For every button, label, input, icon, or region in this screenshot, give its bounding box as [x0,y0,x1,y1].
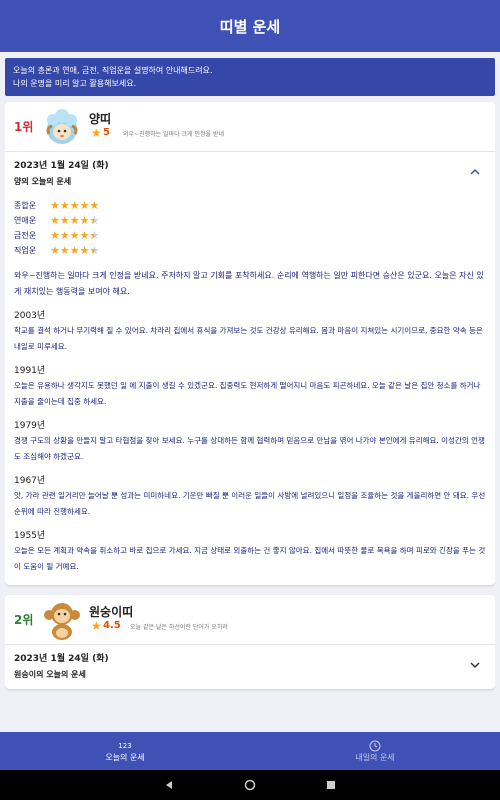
star-rating: ★★★★★ [50,244,99,257]
system-navigation-bar [0,770,500,800]
rating-label: 직업운 [14,246,37,255]
rating-row: 연애운 ★★★★★ [14,213,486,228]
nav-tomorrow-fortune[interactable]: 내일의 운세 [250,732,500,770]
birth-year: 1979년 [14,421,46,431]
recents-icon[interactable] [326,780,336,790]
fortune-expand-header[interactable]: 2023년 1월 24일 (화) 양의 오늘의 운세 [5,152,495,192]
rating-label: 연애운 [14,216,37,225]
card-header[interactable]: 1위 양띠 ★ 5 와우~진행하는 일마다 크게 인정을 받네 [5,102,495,152]
year-fortune: 1955년 오늘은 모든 계획과 약속을 취소하고 바로 집으로 가세요. 지금… [5,520,495,585]
birth-year: 2003년 [14,311,46,321]
fortune-summary: 오늘 같은 날은 하선이란 단어가 오히려 [130,624,228,631]
year-fortune: 1979년 경쟁 구도의 상황을 만들지 말고 타협점을 찾아 보세요. 누구를… [5,410,495,465]
nav-today-fortune[interactable]: 123 오늘의 운세 [0,732,250,770]
rating-row: 직업운 ★★★★★ [14,243,486,258]
clock-icon [369,740,381,751]
notice-line-2: 나의 운명을 미리 알고 활용해보세요. [13,79,137,88]
rank-label: 2위 [14,613,34,627]
chevron-up-icon[interactable] [469,166,481,178]
star-rating: ★★★★★ [50,214,99,227]
birth-year: 1955년 [14,531,46,541]
year-fortune: 1991년 오늘은 유용하나 생각지도 못했던 일 에 지출이 생길 수 있겠군… [5,355,495,410]
zodiac-name: 원숭이띠 [89,605,134,619]
birth-year: 1991년 [14,366,46,376]
notice-banner: 오늘의 총론과 연애, 금전, 직업운을 설명하여 안내해드려요. 나의 운명을… [5,58,495,96]
fortune-date: 2023년 1월 24일 (화) [14,161,109,171]
fortune-card-monkey: 2위 원숭이띠 ★ 4.5 오늘 같은 날은 하선이란 단어가 오히려 2023… [5,595,495,689]
star-icon: ★ [91,619,102,633]
year-fortune-text: 경쟁 구도의 상황을 만들지 말고 타협점을 찾아 보세요. 누구를 상대하든 … [14,436,485,461]
rating-label: 종합운 [14,201,37,210]
fortune-main-text: 와우~진행하는 일마다 크게 인정을 받네요. 주저하지 말고 기회를 포착하세… [14,271,484,296]
rank-label: 1위 [14,120,34,134]
notice-line-1: 오늘의 총론과 연애, 금전, 직업운을 설명하여 안내해드려요. [13,66,213,75]
score-value: 4.5 [103,620,121,631]
rating-label: 금전운 [14,231,37,240]
fortune-list[interactable]: 1위 양띠 ★ 5 와우~진행하는 일마다 크게 인정을 받네 2023년 1월… [5,102,495,694]
zodiac-name: 양띠 [89,112,112,126]
year-fortune-text: 학교를 결석 하거나 무기력해 질 수 있어요. 차라리 집에서 휴식을 가져보… [14,326,483,351]
fortune-summary: 와우~진행하는 일마다 크게 인정을 받네 [123,131,224,138]
back-icon[interactable] [164,780,174,790]
chevron-down-icon[interactable] [469,659,481,671]
score-value: 5 [103,127,110,138]
rating-row: 종합운 ★★★★★ [14,198,486,213]
app-title: 띠별 운세 [219,17,281,36]
fortune-card-sheep: 1위 양띠 ★ 5 와우~진행하는 일마다 크게 인정을 받네 2023년 1월… [5,102,495,585]
birth-year: 1967년 [14,476,46,486]
nav-label: 내일의 운세 [355,752,395,762]
star-rating: ★★★★★ [50,199,100,212]
year-fortune-text: 오늘은 모든 계획과 약속을 취소하고 바로 집으로 가세요. 지금 상태로 외… [14,546,486,571]
star-icon: ★ [91,126,102,140]
rating-row: 금전운 ★★★★★ [14,228,486,243]
numeric-icon: 123 [118,741,132,750]
home-icon[interactable] [244,779,256,791]
fortune-expand-header[interactable]: 2023년 1월 24일 (화) 원숭이의 오늘의 운세 [5,645,495,689]
nav-label: 오늘의 운세 [105,752,145,762]
year-fortune: 1967년 앗, 가라 관련 일거리만 늘어날 뿐 성과는 미미하네요. 기운만… [5,465,495,520]
fortune-date: 2023년 1월 24일 (화) [14,654,109,664]
sheep-avatar [46,109,78,144]
ratings-list: 종합운 ★★★★★ 연애운 ★★★★★ 금전운 ★★★★★ 직업운 ★★★★★ [5,192,495,258]
app-bar: 띠별 운세 [0,0,500,52]
star-rating: ★★★★★ [50,229,99,242]
monkey-avatar [44,603,80,640]
year-fortune: 2003년 학교를 결석 하거나 무기력해 질 수 있어요. 차라리 집에서 휴… [5,300,495,355]
fortune-title: 양의 오늘의 운세 [14,177,72,186]
bottom-navigation: 123 오늘의 운세 내일의 운세 [0,732,500,770]
year-fortune-text: 앗, 가라 관련 일거리만 늘어날 뿐 성과는 미미하네요. 기운만 빠질 뿐 … [14,491,486,516]
card-header[interactable]: 2위 원숭이띠 ★ 4.5 오늘 같은 날은 하선이란 단어가 오히려 [5,595,495,645]
fortune-title: 원숭이의 오늘의 운세 [14,670,86,679]
year-fortune-text: 오늘은 유용하나 생각지도 못했던 일 에 지출이 생길 수 있겠군요. 집중력… [14,381,481,406]
